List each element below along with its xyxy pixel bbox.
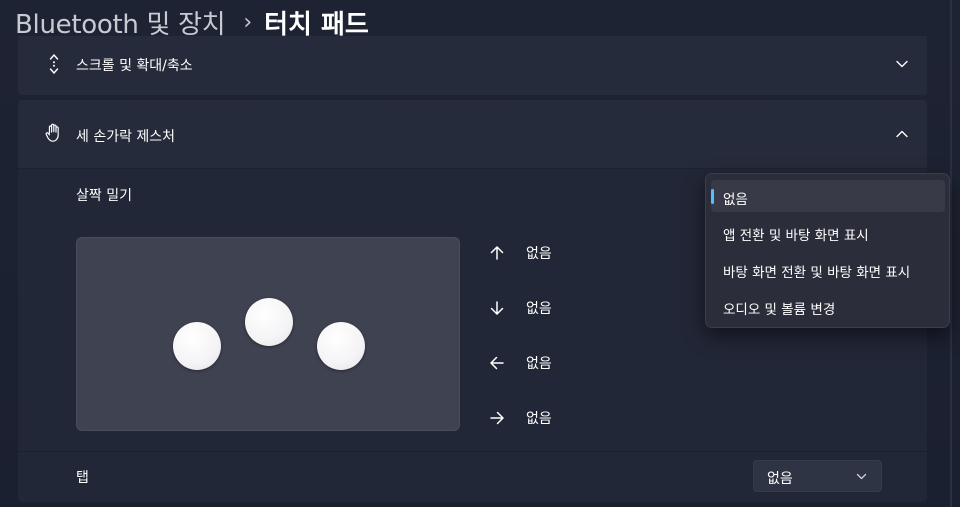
dropdown-option-switch-desktops[interactable]: 바탕 화면 전환 및 바탕 화면 표시 [711,253,945,285]
page-title: 터치 패드 [264,9,369,40]
swipe-right-row: 없음 [488,406,552,430]
breadcrumb-separator: › [243,9,253,35]
tap-dropdown[interactable]: 없음 [753,460,882,492]
dropdown-option-label: 바탕 화면 전환 및 바탕 화면 표시 [723,265,911,281]
section-three-finger-gestures[interactable]: 세 손가락 제스처 [18,100,927,168]
tap-dropdown-value: 없음 [767,471,793,487]
arrow-right-icon [490,411,504,425]
swipe-down-value: 없음 [526,301,552,317]
finger-dot-right [317,322,365,370]
hand-icon [45,123,59,142]
swipe-action-dropdown-menu: 없음 앱 전환 및 바탕 화면 표시 바탕 화면 전환 및 바탕 화면 표시 오… [705,173,950,328]
dropdown-option-switch-apps[interactable]: 앱 전환 및 바탕 화면 표시 [711,216,945,248]
dropdown-option-none[interactable]: 없음 [711,180,945,212]
dropdown-option-label: 없음 [723,192,748,208]
tap-setting-row: 탭 없음 [18,452,927,502]
chevron-up-icon[interactable] [895,127,909,141]
swipe-up-row: 없음 [488,241,552,265]
tap-label: 탭 [76,470,89,486]
selection-indicator [711,189,714,204]
section-scroll-zoom-label: 스크롤 및 확대/축소 [76,58,193,74]
finger-dot-left [173,322,221,370]
swipe-right-value: 없음 [526,411,552,427]
swipe-left-row: 없음 [488,351,552,375]
chevron-down-icon [856,473,867,480]
arrow-down-icon [490,301,504,315]
touchpad-illustration [76,237,460,431]
swipe-left-value: 없음 [526,356,552,372]
breadcrumb: Bluetooth 및 장치 › 터치 패드 [15,4,369,40]
scrollbar[interactable] [950,0,952,507]
swipe-up-value: 없음 [526,246,552,262]
finger-dot-middle [245,298,293,346]
dropdown-option-label: 오디오 및 볼륨 변경 [723,302,836,318]
chevron-down-icon[interactable] [895,57,909,71]
breadcrumb-parent-link[interactable]: Bluetooth 및 장치 [15,4,226,41]
arrow-up-icon [490,246,504,260]
section-scroll-zoom[interactable]: 스크롤 및 확대/축소 [18,36,927,95]
swipe-title: 살짝 밀기 [76,188,132,204]
scroll-arrows-icon [49,54,59,74]
dropdown-option-audio-volume[interactable]: 오디오 및 볼륨 변경 [711,290,945,322]
arrow-left-icon [490,356,504,370]
swipe-down-row: 없음 [488,296,552,320]
section-three-finger-label: 세 손가락 제스처 [76,129,176,145]
dropdown-option-label: 앱 전환 및 바탕 화면 표시 [723,228,869,244]
